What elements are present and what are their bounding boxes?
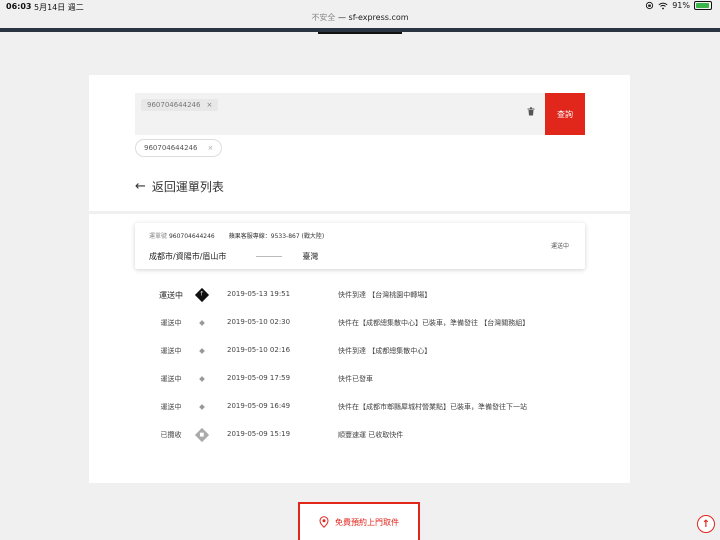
timeline-time: 2019-05-10 02:30 bbox=[227, 318, 291, 326]
timeline-row: 已攬收 ■ 2019-05-09 15:19 順豐速運 已收取快件 bbox=[89, 425, 630, 445]
back-link[interactable]: ← 返回運單列表 bbox=[135, 178, 224, 195]
waybill-status: 運送中 bbox=[550, 243, 569, 250]
battery-percent: 91% bbox=[672, 1, 690, 10]
url-bar[interactable]: 不安全 — sf-express.com bbox=[0, 12, 720, 28]
timeline-time: 2019-05-09 17:59 bbox=[227, 374, 291, 382]
back-link-label: 返回運單列表 bbox=[151, 180, 224, 194]
status-bar: 06:03 5月14日 週二 91% bbox=[0, 0, 720, 12]
history-chip[interactable]: 960704644246 × bbox=[135, 139, 223, 157]
timeline-status: 運送中 bbox=[159, 291, 183, 300]
timeline-row: 運送中 2019-05-10 02:16 快件到達 【成都總集散中心】 bbox=[89, 341, 630, 361]
timeline-dot-icon bbox=[194, 343, 210, 359]
timeline-desc: 快件已發車 bbox=[338, 375, 373, 383]
timeline-time: 2019-05-09 16:49 bbox=[227, 402, 291, 410]
location-pin-icon bbox=[319, 516, 329, 528]
timeline-time: 2019-05-10 02:16 bbox=[227, 346, 291, 354]
timeline-row: 運送中 2019-05-10 02:30 快件在【成都總集散中心】已裝車，準備發… bbox=[89, 313, 630, 333]
battery-icon bbox=[694, 1, 712, 10]
battery-fill bbox=[696, 3, 709, 8]
waybill-info: 運單號 960704644246 蘋果客服專線：9533-867 (戰大陸) bbox=[149, 231, 324, 240]
route-destination: 臺灣 bbox=[302, 252, 319, 261]
waybill-number-label: 運單號 bbox=[149, 233, 168, 240]
timeline-dot-icon bbox=[194, 399, 210, 415]
status-right: 91% bbox=[645, 1, 712, 10]
trash-icon[interactable] bbox=[527, 107, 535, 116]
site-header-strip bbox=[0, 28, 720, 34]
timeline-desc: 快件到達 【台灣桃園中轉場】 bbox=[338, 291, 432, 299]
orientation-lock-icon bbox=[646, 1, 654, 10]
route-arrow-icon bbox=[256, 256, 283, 257]
waybill-summary: 運單號 960704644246 蘋果客服專線：9533-867 (戰大陸) 成… bbox=[135, 223, 585, 269]
timeline-status: 運送中 bbox=[160, 347, 182, 355]
tab-indicator bbox=[318, 32, 402, 34]
tracking-card: 960704644246 × 查詢 960704644246 × ← 返回運單列… bbox=[89, 75, 630, 483]
timeline-status: 運送中 bbox=[160, 403, 182, 411]
search-tag-label: 960704644246 bbox=[147, 101, 201, 109]
timeline-desc: 快件在【成都總集散中心】已裝車，準備發往 【台灣關務組】 bbox=[338, 319, 530, 327]
insecure-label: 不安全 bbox=[311, 13, 336, 22]
hotline: 蘋果客服專線：9533-867 (戰大陸) bbox=[229, 231, 325, 240]
url-domain: sf-express.com bbox=[348, 13, 409, 22]
timeline-status: 已攬收 bbox=[160, 431, 182, 439]
waybill-number: 運單號 960704644246 bbox=[149, 231, 215, 240]
timeline-dot-icon bbox=[194, 371, 210, 387]
clock: 06:03 bbox=[6, 2, 32, 11]
arrow-left-icon: ← bbox=[135, 179, 146, 194]
timeline-desc: 快件在【成都市郫縣犀城村營業點】已裝車，準備發往下一站 bbox=[338, 403, 527, 411]
back-to-top-icon[interactable]: ↑ bbox=[697, 515, 715, 533]
close-icon[interactable]: × bbox=[206, 101, 212, 109]
current-location-icon: ↑ bbox=[194, 287, 210, 303]
close-icon[interactable]: × bbox=[207, 144, 213, 152]
history-chip-label: 960704644246 bbox=[144, 144, 198, 152]
url-separator: — bbox=[337, 13, 346, 22]
picked-up-icon: ■ bbox=[194, 427, 210, 443]
schedule-pickup-button[interactable]: 免費預約上門取件 bbox=[298, 502, 420, 540]
route: 成都市/資陽市/眉山市 臺灣 bbox=[149, 251, 318, 262]
timeline-time: 2019-05-09 15:19 bbox=[227, 430, 291, 438]
hotline-value: 9533-867 (戰大陸) bbox=[270, 233, 325, 240]
waybill-number-value: 960704644246 bbox=[168, 233, 215, 240]
timeline-dot-icon bbox=[194, 315, 210, 331]
search-tag[interactable]: 960704644246 × bbox=[141, 99, 219, 111]
timeline-row: 運送中 2019-05-09 16:49 快件在【成都市郫縣犀城村營業點】已裝車… bbox=[89, 397, 630, 417]
schedule-pickup-label: 免費預約上門取件 bbox=[335, 517, 399, 527]
route-origin: 成都市/資陽市/眉山市 bbox=[149, 252, 227, 261]
timeline-time: 2019-05-13 19:51 bbox=[227, 290, 291, 298]
timeline-row: 運送中 2019-05-09 17:59 快件已發車 bbox=[89, 369, 630, 389]
wifi-icon bbox=[658, 2, 668, 9]
timeline-row: 運送中 ↑ 2019-05-13 19:51 快件到達 【台灣桃園中轉場】 bbox=[89, 285, 630, 305]
timeline-status: 運送中 bbox=[160, 375, 182, 383]
timeline-status: 運送中 bbox=[160, 319, 182, 327]
search-input[interactable]: 960704644246 × bbox=[135, 93, 545, 135]
timeline-desc: 快件到達 【成都總集散中心】 bbox=[338, 347, 432, 355]
divider bbox=[89, 211, 630, 214]
search-button[interactable]: 查詢 bbox=[545, 93, 585, 135]
timeline-desc: 順豐速運 已收取快件 bbox=[338, 431, 404, 439]
hotline-label: 蘋果客服專線： bbox=[228, 233, 271, 240]
